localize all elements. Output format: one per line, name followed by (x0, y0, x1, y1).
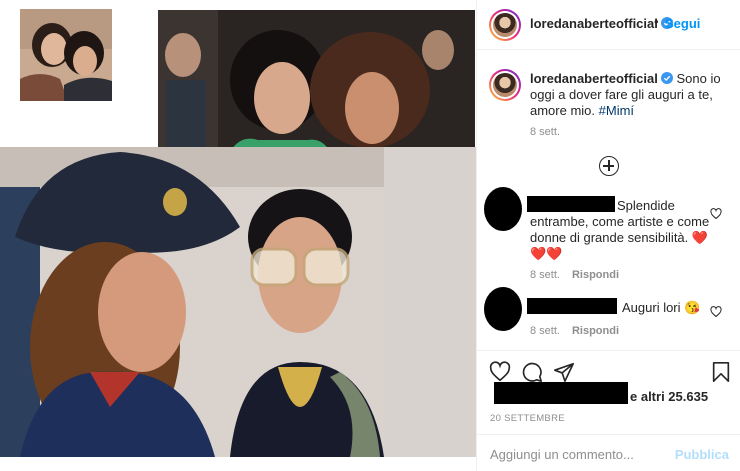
reply-button[interactable]: Rispondi (572, 269, 619, 281)
comment-like-heart-icon[interactable] (710, 306, 722, 318)
add-comment-input[interactable] (490, 447, 670, 462)
share-icon[interactable] (553, 361, 575, 383)
comment-like-heart-icon[interactable] (710, 208, 722, 220)
comment-text: Auguri lori 😘 (622, 300, 701, 315)
post-date[interactable]: 20 SETTEMBRE (490, 413, 565, 424)
caption-text: loredanaberteofficial Sono io oggi a dov… (530, 71, 728, 119)
heart-icon[interactable] (489, 361, 511, 383)
comment-avatar-redacted[interactable] (484, 187, 522, 231)
caption-username[interactable]: loredanaberteofficial (530, 71, 658, 86)
verified-badge-icon (660, 72, 673, 84)
plus-circle-icon[interactable] (599, 156, 619, 176)
comment-meta: 8 sett. Rispondi (530, 325, 619, 337)
comment-timestamp[interactable]: 8 sett. (530, 325, 560, 337)
author-username[interactable]: loredanaberteofficial (530, 16, 673, 31)
author-avatar[interactable] (489, 9, 521, 41)
redacted-username (527, 298, 617, 314)
comment-text: Splendide entrambe, come artiste e come … (530, 198, 710, 261)
likes-count[interactable]: e altri 25.635 (630, 389, 708, 404)
reply-button[interactable]: Rispondi (572, 325, 619, 337)
add-comment-bar: Pubblica (477, 434, 740, 471)
post-side-panel: loredanaberteofficial • Segui loredanabe… (476, 0, 740, 471)
redacted-liker-name (494, 382, 628, 404)
follow-button[interactable]: Segui (665, 16, 700, 31)
comment-meta: 8 sett. Rispondi (530, 269, 619, 281)
header-separator: • (654, 14, 659, 29)
caption-avatar[interactable] (489, 69, 521, 101)
publish-button[interactable]: Pubblica (675, 447, 729, 462)
caption-hashtag[interactable]: #Mimí (599, 103, 634, 118)
comment-timestamp[interactable]: 8 sett. (530, 269, 560, 281)
comment-icon[interactable] (521, 361, 543, 383)
bookmark-icon[interactable] (710, 361, 732, 383)
caption-timestamp[interactable]: 8 sett. (530, 126, 560, 138)
post-header: loredanaberteofficial • Segui (477, 0, 740, 50)
post-media[interactable] (0, 0, 476, 471)
photo-main-duo (0, 147, 476, 457)
comment-avatar-redacted[interactable] (484, 287, 522, 331)
photo-small-portrait (20, 9, 112, 101)
